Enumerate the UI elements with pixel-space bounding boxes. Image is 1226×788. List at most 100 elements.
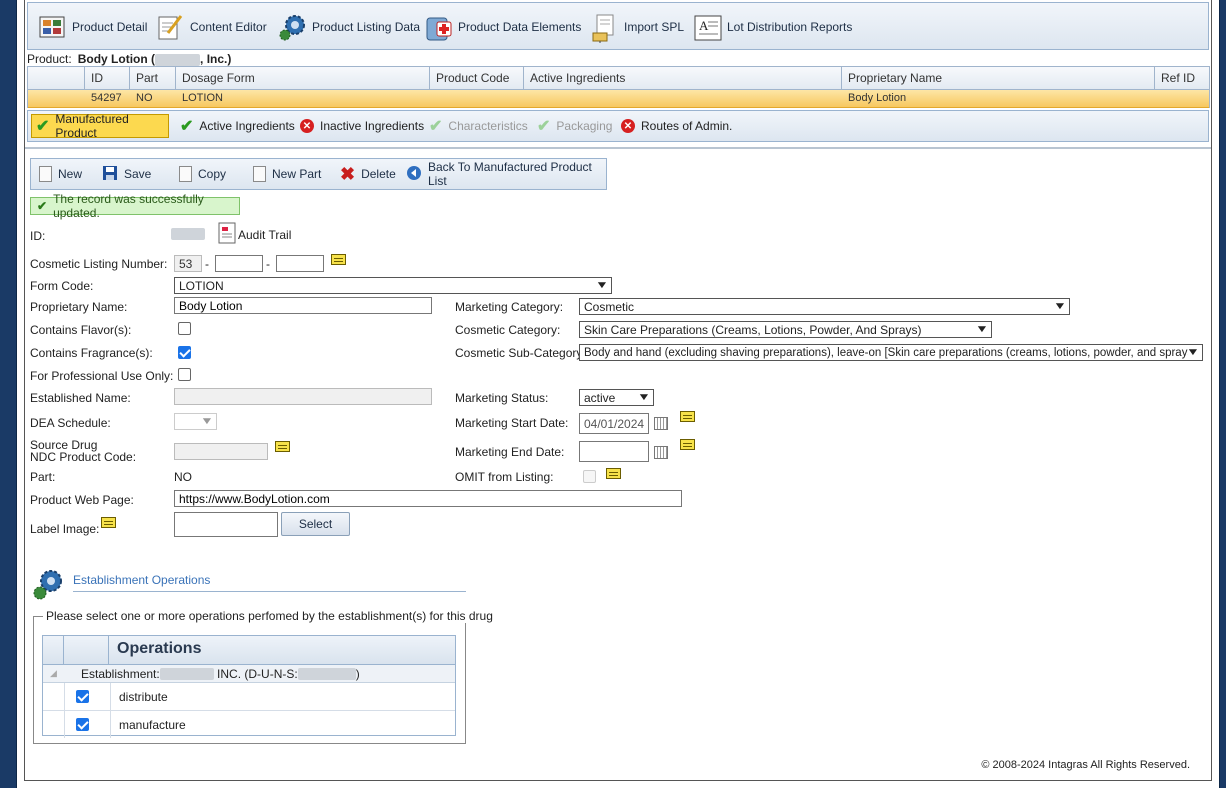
action-toolbar: New Save Copy New Part ✖ Delete Back To M…: [30, 158, 607, 190]
cln-part2-input[interactable]: [215, 255, 263, 272]
contains-fragrance-checkbox[interactable]: [178, 346, 191, 359]
cln-dash1: -: [205, 257, 209, 271]
note-icon[interactable]: [680, 439, 695, 450]
chevron-down-icon: ▼: [595, 280, 609, 291]
content-editor-button[interactable]: Content Editor: [156, 11, 267, 43]
header-blank: [64, 636, 109, 664]
grid-header-product-code[interactable]: Product Code: [430, 67, 524, 89]
cosmetic-category-select[interactable]: Skin Care Preparations (Creams, Lotions,…: [579, 321, 992, 338]
marketing-start-input[interactable]: [579, 413, 649, 434]
professional-use-checkbox[interactable]: [178, 368, 191, 381]
grid-header-blank: [28, 67, 85, 89]
copy-button[interactable]: Copy: [179, 166, 226, 182]
marketing-end-label: Marketing End Date:: [455, 445, 565, 459]
web-page-label: Product Web Page:: [30, 493, 134, 507]
establishment-operations-title: Establishment Operations: [73, 573, 211, 587]
select-button[interactable]: Select: [281, 512, 350, 536]
established-name-input[interactable]: [174, 388, 432, 405]
tab-active-ingredients[interactable]: ✔ Active Ingredients: [176, 114, 299, 138]
tab-inactive-ingredients[interactable]: ✕ Inactive Ingredients: [296, 114, 428, 138]
grid-header-proprietary-name[interactable]: Proprietary Name: [842, 67, 1155, 89]
distribute-checkbox[interactable]: [76, 690, 89, 703]
row-checkbox-cell: [65, 711, 111, 738]
grid-header-part[interactable]: Part: [130, 67, 176, 89]
contains-flavor-checkbox[interactable]: [178, 322, 191, 335]
operation-label: distribute: [119, 689, 168, 704]
row-product-code: [430, 90, 524, 107]
product-name-start: Body Lotion (: [77, 52, 156, 66]
id-label: ID:: [30, 229, 46, 243]
professional-use-label: For Professional Use Only:: [30, 369, 174, 383]
manufacture-checkbox[interactable]: [76, 718, 89, 731]
collapse-triangle-icon[interactable]: ◢: [43, 668, 64, 679]
row-blank: [43, 711, 65, 738]
label-image-input[interactable]: [174, 512, 278, 537]
note-icon[interactable]: [101, 517, 116, 528]
tab-label: Packaging: [556, 119, 613, 133]
product-grid-icon: [38, 13, 66, 41]
tab-routes-of-admin[interactable]: ✕ Routes of Admin.: [617, 114, 736, 138]
omit-checkbox[interactable]: [583, 470, 596, 483]
dea-schedule-label: DEA Schedule:: [30, 416, 111, 430]
note-icon[interactable]: [275, 441, 290, 452]
product-data-elements-button[interactable]: Product Data Elements: [424, 11, 581, 43]
gears-icon: [32, 568, 64, 605]
table-row[interactable]: 54297 NO LOTION Body Lotion: [28, 90, 1209, 108]
marketing-category-value: Cosmetic: [584, 299, 635, 314]
chevron-down-icon: ▼: [637, 392, 651, 403]
marketing-status-select[interactable]: active ▼: [579, 389, 654, 406]
proprietary-name-input[interactable]: [174, 297, 432, 314]
calendar-icon[interactable]: [654, 417, 668, 430]
note-icon[interactable]: [606, 468, 621, 479]
operations-column-header[interactable]: Operations: [109, 636, 455, 664]
audit-trail-link[interactable]: Audit Trail: [238, 228, 291, 242]
grid-header-id[interactable]: ID: [85, 67, 130, 89]
tab-label: Routes of Admin.: [641, 119, 733, 133]
calendar-icon[interactable]: [654, 446, 668, 459]
lot-distribution-reports-button[interactable]: A Lot Distribution Reports: [693, 11, 852, 43]
marketing-category-select[interactable]: Cosmetic ▼: [579, 298, 1070, 315]
dea-schedule-select[interactable]: ▼: [174, 413, 217, 430]
grid-header-ref-id[interactable]: Ref ID: [1155, 67, 1209, 89]
marketing-end-input[interactable]: [579, 441, 649, 462]
back-to-list-button[interactable]: Back To Manufactured Product List: [406, 160, 606, 188]
row-checkbox-cell: [65, 683, 111, 710]
grid-header-dosage-form[interactable]: Dosage Form: [176, 67, 430, 89]
app-frame: Product Detail Content Editor Product Li…: [16, 0, 1220, 788]
tab-characteristics[interactable]: ✔ Characteristics: [425, 114, 532, 138]
tab-packaging[interactable]: ✔ Packaging: [533, 114, 616, 138]
cosmetic-subcategory-select[interactable]: Body and hand (excluding shaving prepara…: [579, 344, 1203, 361]
establishment-end: ): [355, 666, 360, 681]
lot-distribution-reports-label: Lot Distribution Reports: [727, 20, 853, 34]
copy-icon: [179, 166, 192, 182]
chevron-down-icon: ▼: [975, 324, 989, 335]
form-code-select[interactable]: LOTION ▼: [174, 277, 612, 294]
divider: [25, 147, 1211, 149]
product-detail-button[interactable]: Product Detail: [38, 11, 147, 43]
tab-label: Characteristics: [448, 119, 528, 133]
grid-header-active-ingredients[interactable]: Active Ingredients: [524, 67, 842, 89]
operations-table: Operations ◢ Establishment: INC. (D-U-N-…: [42, 635, 456, 738]
source-drug-ndc-input[interactable]: [174, 443, 268, 460]
chevron-down-icon: ▼: [200, 416, 214, 427]
tab-manufactured-product[interactable]: ✔ Manufactured Product: [31, 112, 169, 140]
product-listing-data-label: Product Listing Data: [312, 20, 421, 34]
delete-label: Delete: [361, 167, 396, 181]
chevron-down-icon: ▼: [1053, 301, 1067, 312]
note-icon[interactable]: [680, 411, 695, 422]
cln-part3-input[interactable]: [276, 255, 324, 272]
establishment-group-row[interactable]: ◢ Establishment: INC. (D-U-N-S:): [43, 665, 455, 683]
list-item: manufacture: [43, 711, 455, 738]
new-part-button[interactable]: New Part: [253, 166, 321, 182]
import-document-icon: [590, 13, 618, 43]
new-button[interactable]: New: [39, 166, 82, 182]
web-page-input[interactable]: [174, 490, 682, 507]
product-listing-data-button[interactable]: Product Listing Data: [278, 11, 420, 43]
note-icon[interactable]: [331, 254, 346, 265]
delete-button[interactable]: ✖ Delete: [340, 165, 396, 183]
audit-trail-icon[interactable]: [218, 222, 236, 247]
new-part-label: New Part: [272, 167, 322, 181]
success-message: ✔ The record was successfully updated.: [30, 192, 240, 220]
import-spl-button[interactable]: Import SPL: [590, 11, 684, 43]
save-button[interactable]: Save: [102, 165, 151, 182]
